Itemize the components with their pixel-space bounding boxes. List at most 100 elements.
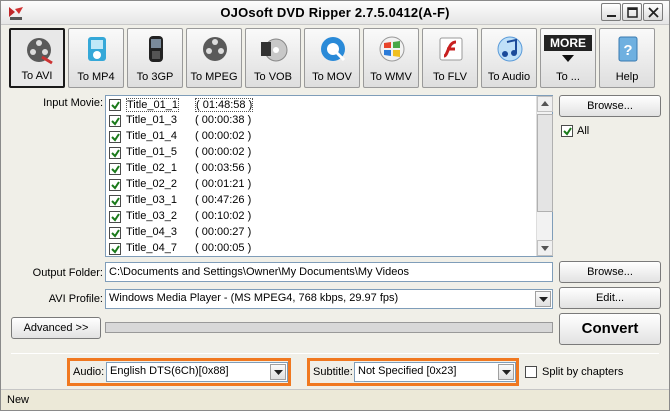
checkmark-icon bbox=[111, 117, 120, 126]
title-duration: ( 00:00:02 ) bbox=[195, 146, 252, 158]
list-item[interactable]: Title_03_1 ( 00:47:26 ) bbox=[109, 193, 539, 209]
to-3gp-button[interactable]: To 3GP bbox=[127, 28, 183, 88]
title-name: Title_04_3 bbox=[126, 226, 177, 238]
app-window: OJOsoft DVD Ripper 2.7.5.0412(A-F) To AV… bbox=[0, 0, 670, 411]
windows-media-icon bbox=[379, 36, 405, 62]
section-divider bbox=[11, 353, 659, 354]
to-audio-button[interactable]: To Audio bbox=[481, 28, 537, 88]
list-item[interactable]: Title_02_2 ( 00:01:21 ) bbox=[109, 177, 539, 193]
title-checkbox[interactable] bbox=[109, 211, 121, 223]
output-folder-label: Output Folder: bbox=[32, 267, 103, 279]
checkmark-icon bbox=[111, 149, 120, 158]
output-folder-field[interactable]: C:\Documents and Settings\Owner\My Docum… bbox=[105, 262, 553, 282]
subtitle-label: Subtitle: bbox=[313, 366, 353, 378]
to-more-button[interactable]: MORE To ... bbox=[540, 28, 596, 88]
title-checkbox[interactable] bbox=[109, 99, 121, 111]
close-icon bbox=[648, 7, 659, 18]
output-browse-button[interactable]: Browse... bbox=[559, 261, 661, 283]
title-duration: ( 00:47:26 ) bbox=[195, 194, 252, 206]
title-duration: ( 00:01:21 ) bbox=[195, 178, 252, 190]
to-more-label: To ... bbox=[556, 71, 580, 83]
title-name: Title_01_4 bbox=[126, 130, 177, 142]
to-mp4-button[interactable]: To MP4 bbox=[68, 28, 124, 88]
list-scrollbar[interactable] bbox=[536, 96, 553, 256]
title-duration: ( 00:00:27 ) bbox=[195, 226, 252, 238]
to-wmv-label: To WMV bbox=[370, 71, 412, 83]
title-checkbox[interactable] bbox=[109, 163, 121, 175]
title-checkbox[interactable] bbox=[109, 227, 121, 239]
checkmark-icon bbox=[111, 213, 120, 222]
list-item[interactable]: Title_03_2 ( 00:10:02 ) bbox=[109, 209, 539, 225]
title-checkbox[interactable] bbox=[109, 131, 121, 143]
list-item[interactable]: Title_01_3 ( 00:00:38 ) bbox=[109, 113, 539, 129]
list-item[interactable]: Title_02_1 ( 00:03:56 ) bbox=[109, 161, 539, 177]
audio-select[interactable]: English DTS(6Ch)[0x88] bbox=[106, 362, 288, 382]
audio-dropdown-button[interactable] bbox=[270, 364, 286, 380]
status-bar: New bbox=[1, 389, 669, 410]
music-note-icon bbox=[497, 36, 523, 62]
list-item[interactable]: Title_01_1 ( 01:48:58 ) bbox=[109, 97, 539, 113]
checkmark-icon bbox=[111, 181, 120, 190]
to-mpeg-button[interactable]: To MPEG bbox=[186, 28, 242, 88]
to-3gp-label: To 3GP bbox=[136, 71, 174, 83]
arrow-up-icon bbox=[541, 101, 549, 106]
help-book-icon: ? bbox=[618, 36, 638, 62]
conversion-progress-bar bbox=[105, 322, 553, 333]
title-checkbox[interactable] bbox=[109, 195, 121, 207]
title-checkbox[interactable] bbox=[109, 243, 121, 255]
list-item[interactable]: Title_01_5 ( 00:00:02 ) bbox=[109, 145, 539, 161]
to-wmv-button[interactable]: To WMV bbox=[363, 28, 419, 88]
title-name: Title_02_2 bbox=[126, 178, 177, 190]
subtitle-dropdown-button[interactable] bbox=[498, 364, 514, 380]
all-checkbox[interactable] bbox=[561, 125, 573, 137]
maximize-icon bbox=[627, 7, 638, 18]
title-name: Title_01_1 bbox=[126, 98, 179, 112]
scroll-down-button[interactable] bbox=[537, 240, 553, 256]
title-duration: ( 00:00:02 ) bbox=[195, 130, 252, 142]
profile-select[interactable]: Windows Media Player - (MS MPEG4, 768 kb… bbox=[105, 289, 553, 309]
list-item[interactable]: Title_04_7 ( 00:00:05 ) bbox=[109, 241, 539, 257]
title-name: Title_03_1 bbox=[126, 194, 177, 206]
subtitle-select[interactable]: Not Specified [0x23] bbox=[354, 362, 516, 382]
to-vob-label: To VOB bbox=[254, 71, 292, 83]
help-button[interactable]: ? Help bbox=[599, 28, 655, 88]
status-text: New bbox=[7, 394, 30, 406]
to-vob-button[interactable]: To VOB bbox=[245, 28, 301, 88]
title-name: Title_01_5 bbox=[126, 146, 177, 158]
title-list[interactable]: Title_01_1 ( 01:48:58 ) Title_01_3 ( 00:… bbox=[105, 95, 553, 257]
audio-value: English DTS(6Ch)[0x88] bbox=[110, 365, 229, 377]
subtitle-value: Not Specified [0x23] bbox=[358, 365, 457, 377]
close-button[interactable] bbox=[643, 3, 663, 21]
title-name: Title_02_1 bbox=[126, 162, 177, 174]
quicktime-icon bbox=[321, 37, 346, 62]
chevron-down-icon bbox=[274, 370, 283, 375]
minimize-button[interactable] bbox=[601, 3, 621, 21]
to-mov-button[interactable]: To MOV bbox=[304, 28, 360, 88]
checkmark-icon bbox=[111, 197, 120, 206]
split-chapters-label: Split by chapters bbox=[542, 366, 624, 378]
title-checkbox[interactable] bbox=[109, 115, 121, 127]
list-item[interactable]: Title_01_4 ( 00:00:02 ) bbox=[109, 129, 539, 145]
title-name: Title_04_7 bbox=[126, 242, 177, 254]
title-duration: ( 00:00:05 ) bbox=[195, 242, 252, 254]
checkmark-icon bbox=[111, 245, 120, 254]
convert-button[interactable]: Convert bbox=[559, 313, 661, 345]
scroll-thumb[interactable] bbox=[537, 114, 553, 212]
maximize-button[interactable] bbox=[622, 3, 642, 21]
profile-value: Windows Media Player - (MS MPEG4, 768 kb… bbox=[109, 292, 399, 304]
title-checkbox[interactable] bbox=[109, 147, 121, 159]
title-checkbox[interactable] bbox=[109, 179, 121, 191]
profile-edit-button[interactable]: Edit... bbox=[559, 287, 661, 309]
scroll-up-button[interactable] bbox=[537, 96, 553, 112]
film-reel-icon bbox=[27, 38, 53, 65]
list-item[interactable]: Title_04_3 ( 00:00:27 ) bbox=[109, 225, 539, 241]
to-avi-button[interactable]: To AVI bbox=[9, 28, 65, 88]
to-flv-button[interactable]: To FLV bbox=[422, 28, 478, 88]
title-name: Title_01_3 bbox=[126, 114, 177, 126]
to-mp4-label: To MP4 bbox=[77, 71, 115, 83]
profile-dropdown-button[interactable] bbox=[535, 291, 551, 307]
split-chapters-checkbox[interactable] bbox=[525, 366, 537, 378]
advanced-button[interactable]: Advanced >> bbox=[11, 317, 101, 339]
input-browse-button[interactable]: Browse... bbox=[559, 95, 661, 117]
help-label: Help bbox=[615, 71, 639, 83]
